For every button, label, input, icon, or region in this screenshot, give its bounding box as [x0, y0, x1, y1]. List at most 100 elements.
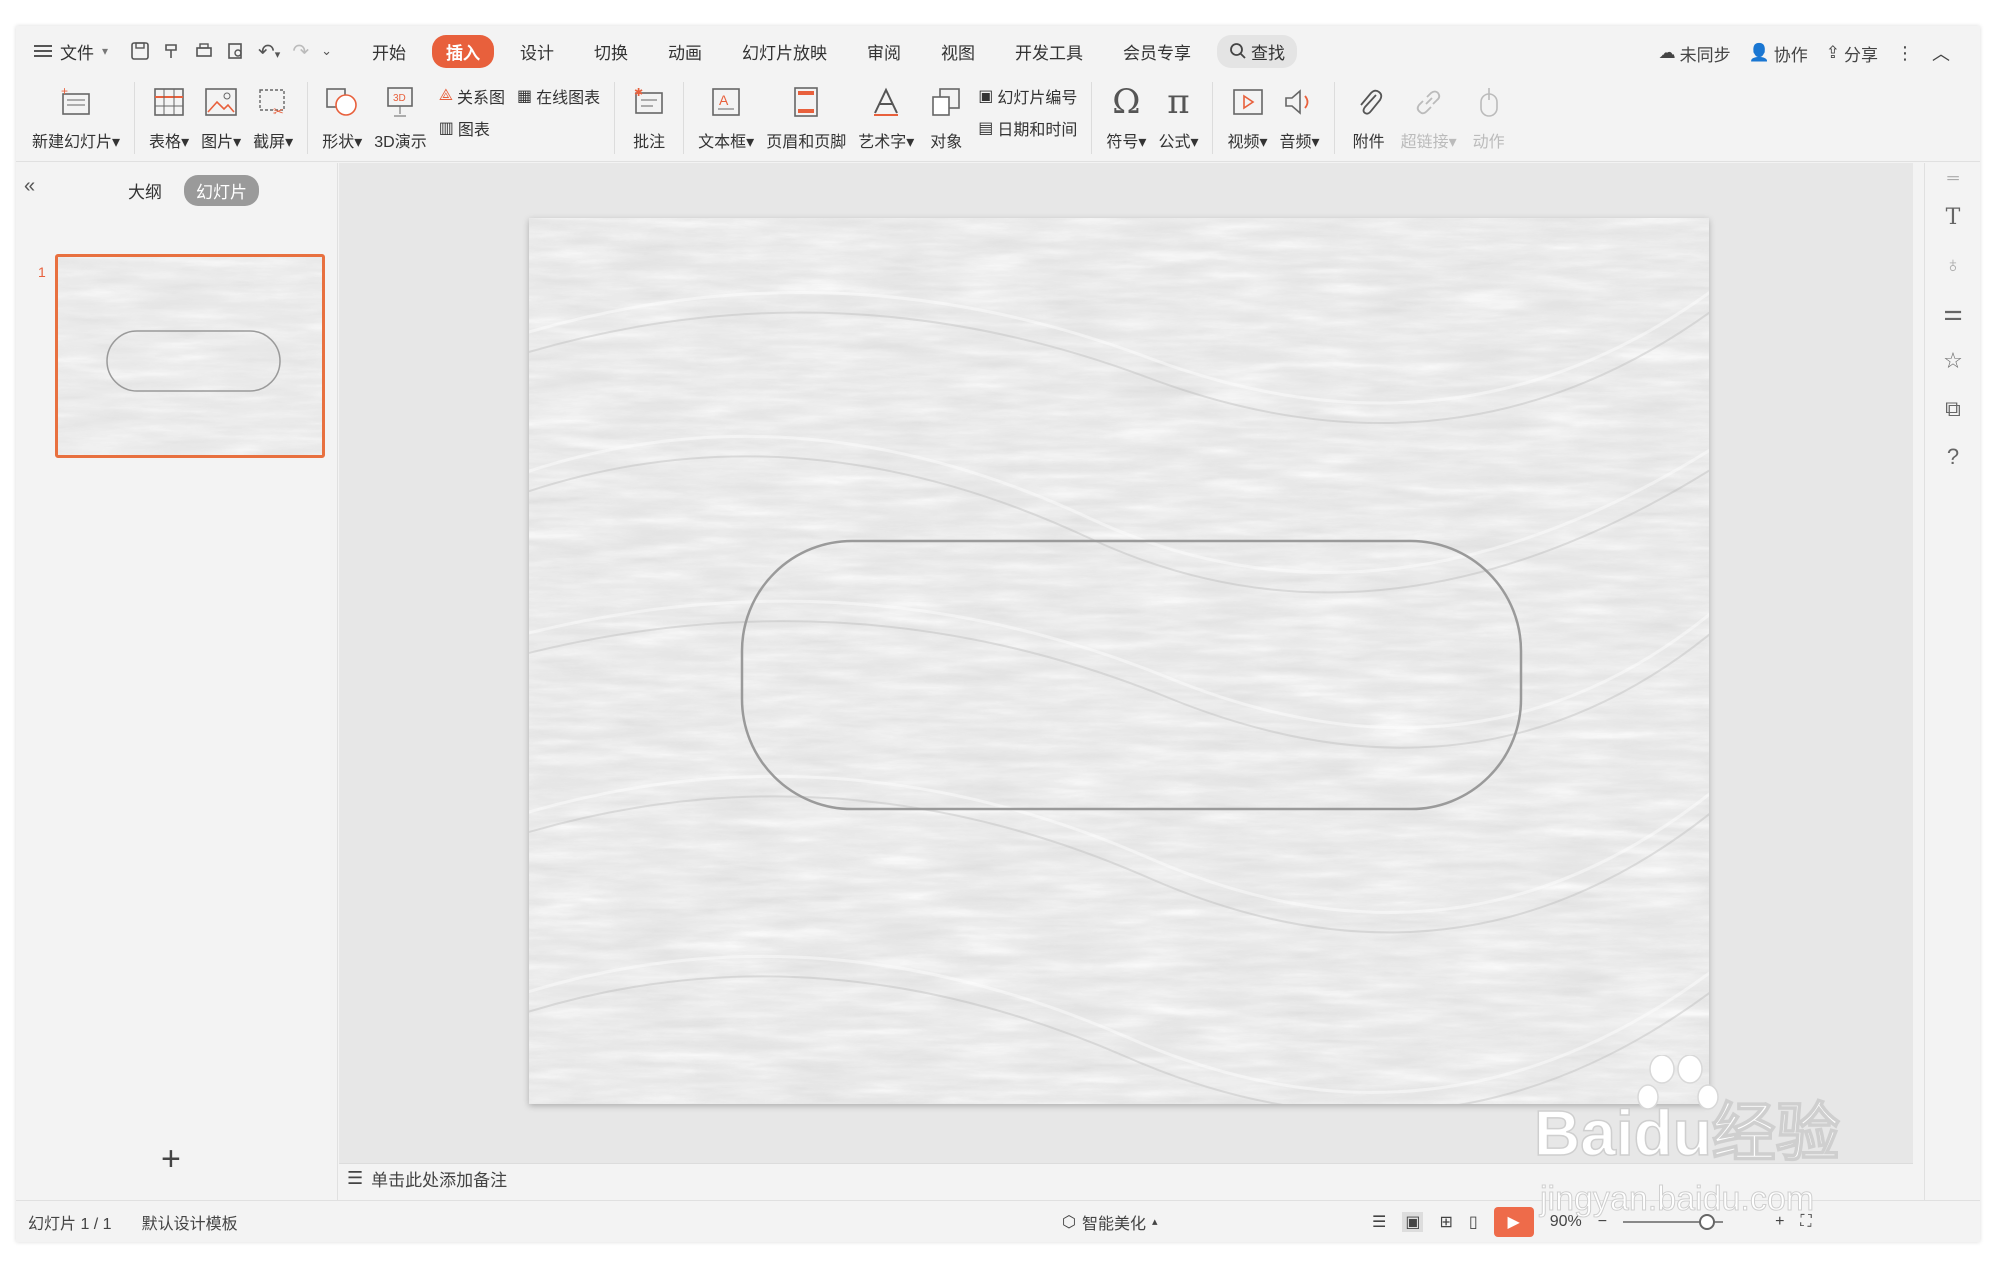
- ribbon-separator: [1333, 82, 1335, 154]
- zoom-slider[interactable]: [1623, 1213, 1724, 1230]
- play-slideshow-button[interactable]: ▶: [1493, 1206, 1534, 1237]
- action-label: 动作: [1472, 134, 1505, 151]
- add-slide-button[interactable]: +: [161, 1140, 181, 1179]
- search-box[interactable]: 查找: [1217, 34, 1297, 68]
- screenshot-button[interactable]: ✂ 截屏▾: [247, 76, 299, 152]
- ribbon-tabs: 开始 插入 设计 切换 动画 幻灯片放映 审阅 视图 开发工具 会员专享 查找: [358, 34, 1297, 68]
- tab-transition[interactable]: 切换: [580, 35, 642, 68]
- zoom-knob[interactable]: [1699, 1213, 1716, 1230]
- comment-button[interactable]: ✱ 批注: [623, 76, 675, 152]
- online-chart-button[interactable]: ▦ 在线图表: [517, 84, 600, 108]
- wordart-button[interactable]: 艺术字▾: [852, 76, 920, 152]
- beautify-button[interactable]: ⬡ 智能美化 ▴: [1062, 1210, 1158, 1234]
- print-preview-icon[interactable]: [226, 41, 246, 61]
- zoom-in-icon[interactable]: +: [1775, 1213, 1784, 1231]
- tab-design[interactable]: 设计: [506, 35, 568, 68]
- shape-button[interactable]: 形状▾: [316, 76, 368, 152]
- attachment-label: 附件: [1352, 134, 1385, 151]
- new-slide-button[interactable]: + 新建幻灯片▾: [26, 76, 126, 152]
- svg-text:A: A: [719, 92, 729, 108]
- symbol-button[interactable]: Ω 符号▾: [1100, 76, 1152, 152]
- attachment-button[interactable]: 附件: [1343, 76, 1395, 152]
- print-icon[interactable]: [194, 41, 214, 61]
- tab-animation[interactable]: 动画: [654, 35, 716, 68]
- drag-handle-icon[interactable]: ═: [1939, 165, 1967, 193]
- header-footer-button[interactable]: 页眉和页脚: [760, 76, 852, 152]
- collab-button[interactable]: 👤 协作: [1749, 41, 1808, 66]
- tab-slides[interactable]: 幻灯片: [184, 175, 259, 206]
- fit-window-icon[interactable]: ⛶: [1800, 1213, 1811, 1231]
- file-menu[interactable]: 文件 ▾: [34, 39, 108, 64]
- table-button[interactable]: 表格▾: [143, 76, 195, 152]
- right-sidebar: ═ T ♁ ⚌ ☆ ⧉ ? ⋯: [1924, 163, 1980, 1216]
- action-button[interactable]: 动作: [1463, 76, 1515, 152]
- thumb-number: 1: [38, 264, 46, 280]
- slide-canvas-area: ▲ ▼ ⇞ ⇟: [339, 163, 1933, 1163]
- more-vertical-icon[interactable]: ⋮: [1896, 43, 1914, 64]
- audio-label: 音频: [1279, 134, 1312, 151]
- date-time-button[interactable]: ▤ 日期和时间: [978, 116, 1077, 140]
- tab-outline[interactable]: 大纲: [116, 175, 174, 206]
- ribbon-separator: [1212, 82, 1214, 154]
- tab-home[interactable]: 开始: [358, 35, 420, 68]
- format-painter-icon[interactable]: [162, 41, 182, 61]
- ribbon-separator: [683, 82, 685, 154]
- star-icon[interactable]: ☆: [1939, 347, 1967, 375]
- zoom-out-icon[interactable]: −: [1598, 1213, 1607, 1231]
- tab-developer[interactable]: 开发工具: [1001, 35, 1097, 68]
- customize-toolbar-icon[interactable]: ⌄: [321, 43, 332, 59]
- audio-button[interactable]: 音频▾: [1274, 76, 1326, 152]
- quick-access-toolbar: ↶▾ ↷ ⌄: [130, 39, 332, 64]
- slide-number-label: 幻灯片编号: [997, 90, 1078, 107]
- tab-view[interactable]: 视图: [927, 35, 989, 68]
- panel-tabs: 大纲 幻灯片: [116, 175, 259, 206]
- slide-number-button[interactable]: ▣ 幻灯片编号: [978, 84, 1077, 108]
- screenshot-label: 截屏: [253, 134, 286, 151]
- share-button[interactable]: ⇪ 分享: [1826, 41, 1878, 66]
- object-label: 对象: [930, 134, 963, 151]
- slide-canvas[interactable]: [529, 218, 1709, 1104]
- ribbon-separator: [134, 82, 136, 154]
- formula-button[interactable]: π 公式▾: [1152, 76, 1204, 152]
- properties-icon[interactable]: ⚌: [1939, 299, 1967, 327]
- tab-member[interactable]: 会员专享: [1109, 35, 1205, 68]
- object-button[interactable]: 对象: [920, 76, 972, 152]
- online-chart-icon: ▦: [517, 88, 533, 105]
- tab-review[interactable]: 审阅: [853, 35, 915, 68]
- relation-label: 关系图: [456, 90, 505, 107]
- normal-view-icon[interactable]: ▣: [1402, 1211, 1424, 1232]
- slide-switch-icon[interactable]: ⧉: [1939, 395, 1967, 423]
- redo-icon[interactable]: ↷: [292, 39, 309, 64]
- hamburger-icon: [34, 45, 52, 57]
- save-icon[interactable]: [130, 41, 150, 61]
- tab-slideshow[interactable]: 幻灯片放映: [728, 35, 841, 68]
- collapse-panel-icon[interactable]: «: [24, 175, 35, 198]
- chart-button[interactable]: ▥ 图表: [439, 116, 505, 140]
- notes-area[interactable]: ☰ 单击此处添加备注: [339, 1163, 1913, 1193]
- notes-toggle-icon[interactable]: ☰: [1372, 1212, 1386, 1232]
- relation-button[interactable]: ⟁ 关系图: [439, 84, 505, 108]
- tab-insert[interactable]: 插入: [432, 34, 494, 68]
- reading-view-icon[interactable]: ▯: [1469, 1212, 1478, 1232]
- table-icon: [154, 88, 184, 116]
- sync-button[interactable]: ☁ 未同步: [1659, 41, 1731, 66]
- link-icon: [1416, 90, 1440, 115]
- undo-icon[interactable]: ↶▾: [258, 39, 280, 64]
- collapse-ribbon-icon[interactable]: ︿: [1932, 40, 1950, 66]
- sorter-view-icon[interactable]: ⊞: [1439, 1212, 1452, 1232]
- 3d-button[interactable]: 3D 3D演示: [368, 76, 432, 152]
- lightbulb-icon[interactable]: ♁: [1939, 251, 1967, 279]
- help-icon[interactable]: ?: [1939, 443, 1967, 471]
- cube-icon: ⬡: [1062, 1213, 1076, 1231]
- hyperlink-button[interactable]: 超链接▾: [1395, 76, 1463, 152]
- slide-thumbnail[interactable]: [55, 254, 325, 458]
- template-name[interactable]: 默认设计模板: [142, 1210, 238, 1234]
- sync-label: 未同步: [1679, 45, 1731, 65]
- header-footer-icon: [794, 87, 818, 117]
- text-style-icon[interactable]: T: [1939, 203, 1967, 231]
- zoom-level[interactable]: 90%: [1550, 1213, 1582, 1231]
- textbox-label: 文本框: [698, 134, 747, 151]
- video-button[interactable]: 视频▾: [1221, 76, 1273, 152]
- textbox-button[interactable]: A 文本框▾: [692, 76, 760, 152]
- picture-button[interactable]: 图片▾: [195, 76, 247, 152]
